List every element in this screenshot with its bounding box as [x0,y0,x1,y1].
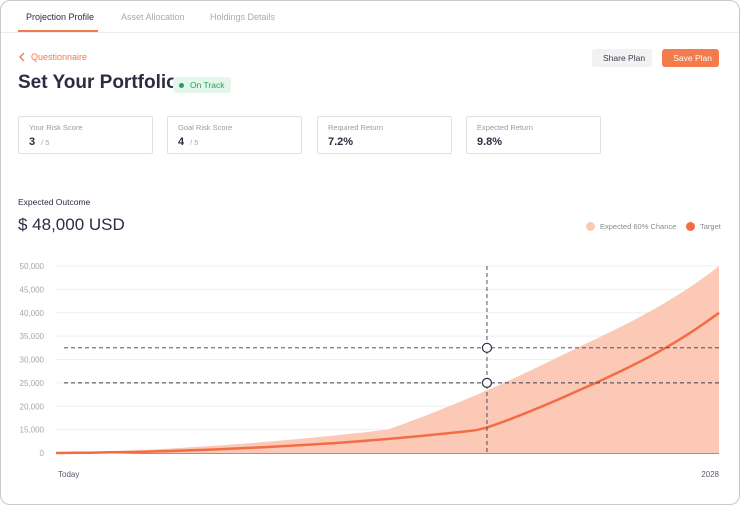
app-window: Projection Profile Asset Allocation Hold… [0,0,740,505]
y-tick-label: 30,000 [20,356,45,365]
card-value: 7.2% [328,136,354,148]
card-label: Required Return [328,123,384,132]
chevron-left-icon [19,52,25,62]
y-tick-label: 45,000 [20,285,45,294]
x-axis: Today 2028 [58,470,720,479]
card-value: 3/ 5 [29,136,50,148]
marker-point [481,377,493,388]
y-tick-label: 50,000 [20,262,45,271]
save-plan-label: Save Plan [673,53,712,63]
tab-asset-allocation[interactable]: Asset Allocation [121,12,185,22]
status-badge: On Track [173,77,232,93]
marker-point [481,342,493,353]
legend-swatch [586,222,595,231]
legend-label: Target [700,222,721,231]
legend-item-band: Expected 60% Chance [586,222,676,231]
card-label: Your Risk Score [29,123,83,132]
tab-projection-profile[interactable]: Projection Profile [26,12,94,22]
risk-score-card: Your Risk Score 3/ 5 [18,116,153,154]
active-tab-indicator [18,30,98,32]
required-return-card: Required Return 7.2% [317,116,452,154]
y-tick-label: 25,000 [20,379,45,388]
card-value: 4/ 5 [178,136,199,148]
tab-bar: Projection Profile Asset Allocation Hold… [1,1,739,33]
status-badge-label: On Track [190,80,225,90]
tab-holdings-details[interactable]: Holdings Details [210,12,275,22]
legend-swatch [686,222,695,231]
back-link[interactable]: Questionnaire [17,52,87,62]
share-plan-button[interactable]: Share Plan [592,49,652,67]
back-link-label: Questionnaire [31,52,88,62]
share-plan-label: Share Plan [603,53,646,63]
outcome-value: $ 48,000 USD [18,215,125,234]
x-tick-label: Today [58,470,79,479]
y-tick-label: 20,000 [20,402,45,411]
save-plan-button[interactable]: Save Plan [662,49,719,67]
projection-chart: 0 15,000 20,000 25,000 30,000 35,000 40,000 45,… [20,262,720,479]
goal-risk-score-card: Goal Risk Score 4/ 5 [167,116,302,154]
card-label: Expected Return [477,123,533,132]
y-tick-label: 35,000 [20,332,45,341]
card-value: 9.8% [477,136,503,148]
status-dot-icon [179,82,184,88]
page-title: Set Your Portfolio [18,72,178,93]
outcome-label: Expected Outcome [18,197,91,207]
x-tick-label: 2028 [701,470,719,479]
legend-item-target: Target [686,222,721,231]
legend-label: Expected 60% Chance [600,222,677,231]
y-tick-label: 40,000 [20,309,45,318]
y-axis: 0 15,000 20,000 25,000 30,000 35,000 40,000 45,… [20,262,45,458]
expected-return-card: Expected Return 9.8% [466,116,601,154]
card-label: Goal Risk Score [178,123,233,132]
y-tick-label: 15,000 [20,426,45,435]
y-tick-label: 0 [40,449,45,458]
